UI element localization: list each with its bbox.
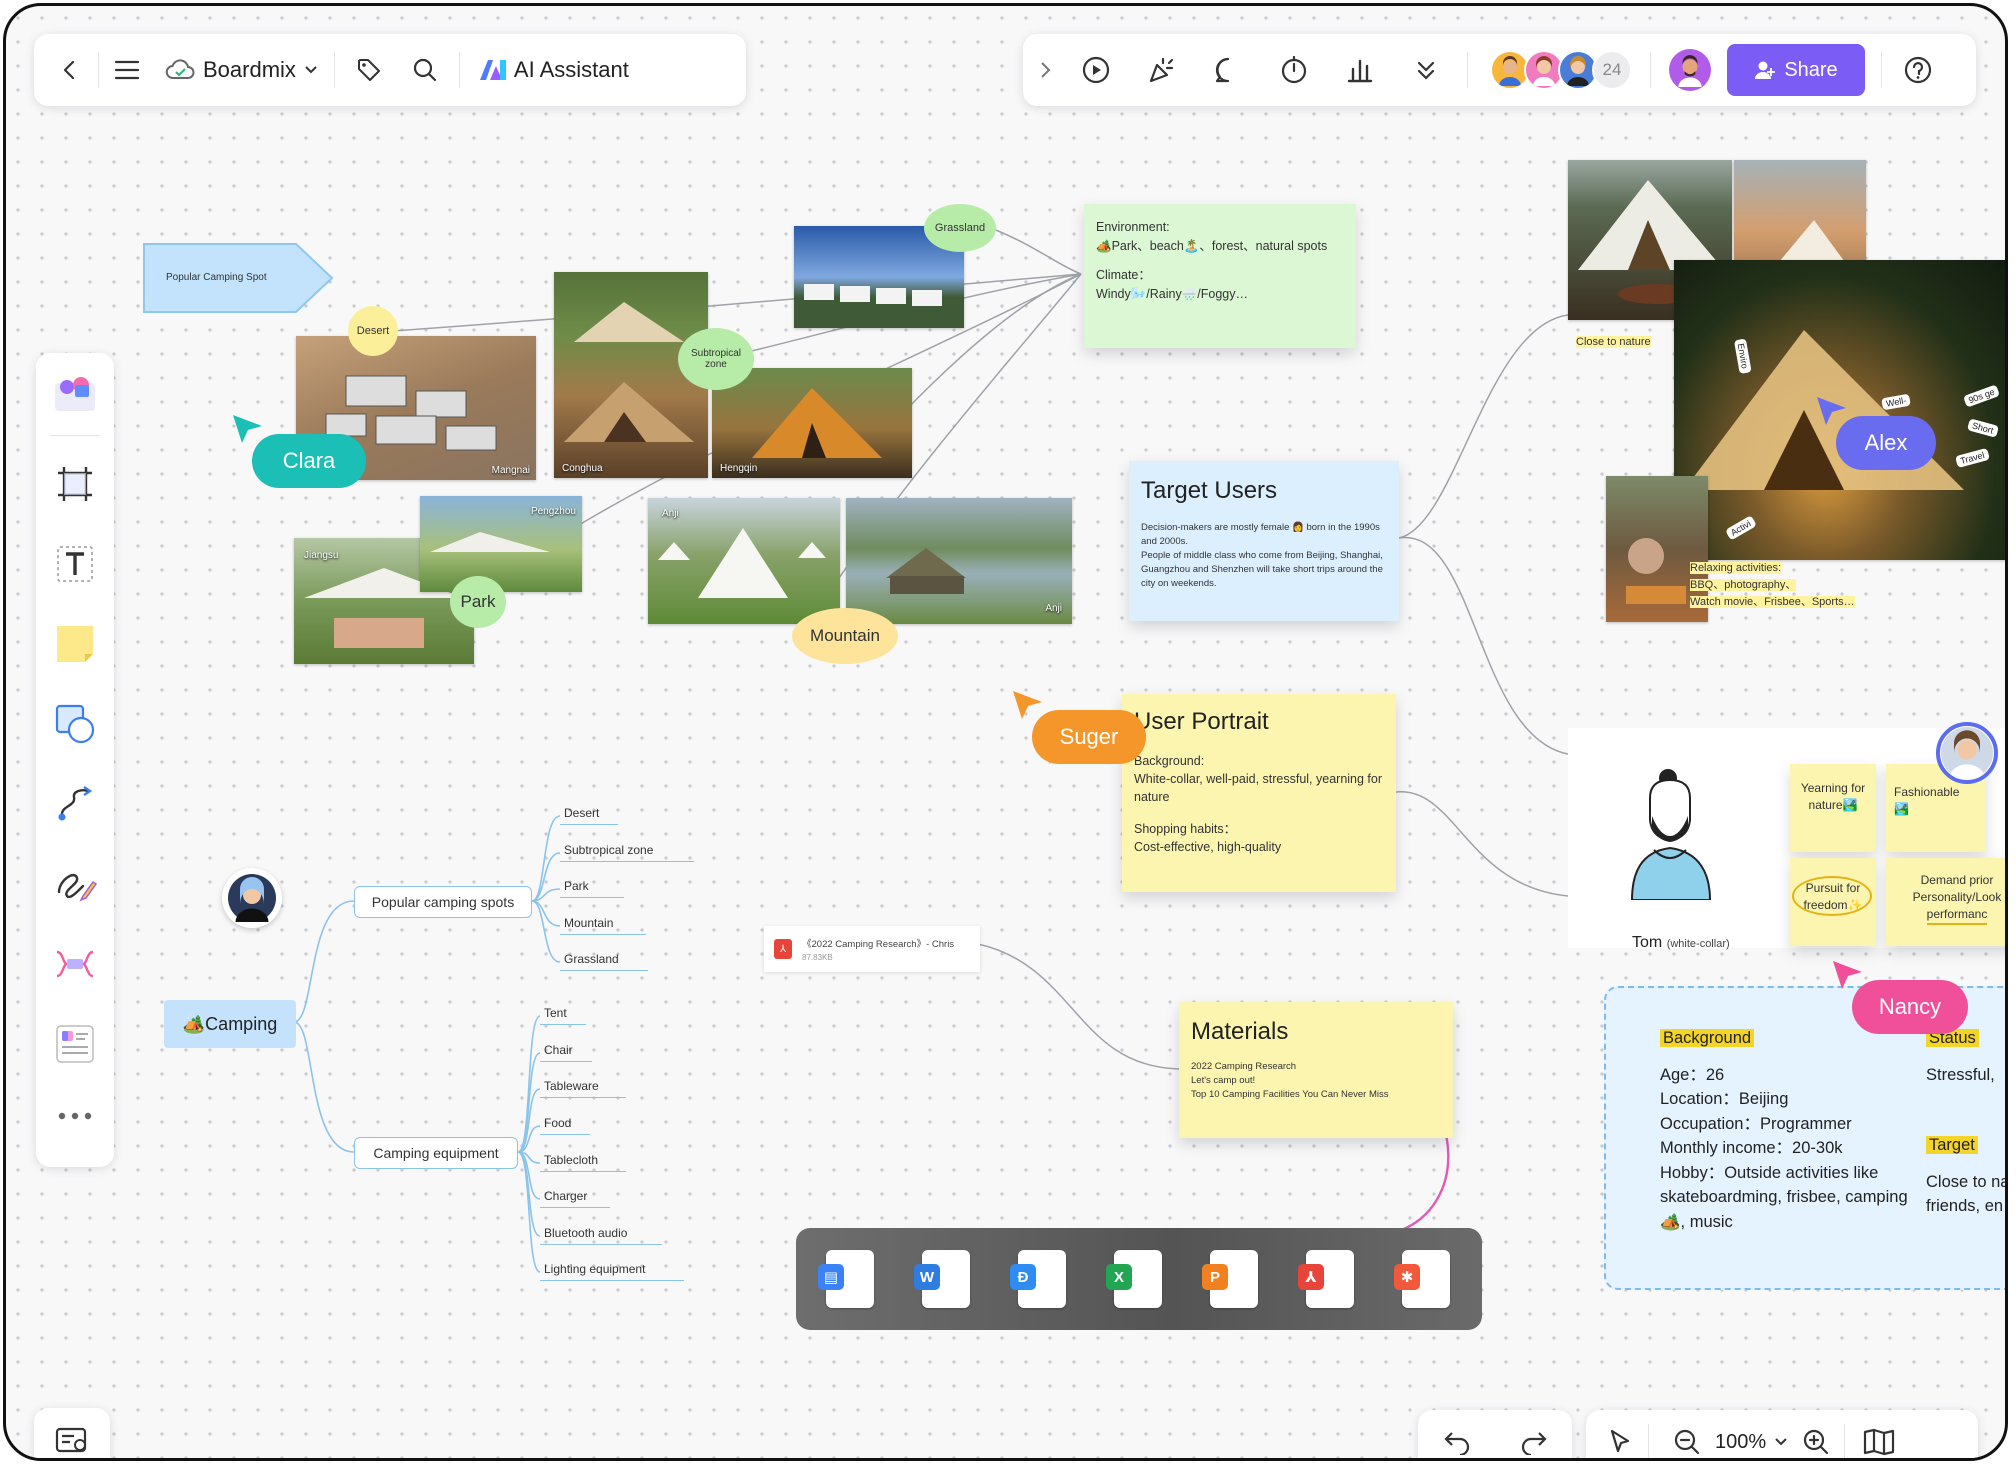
cursor-label-alex: Alex	[1836, 416, 1936, 470]
mindmap-leaf[interactable]: Desert	[560, 806, 618, 825]
cursor-label-suger: Suger	[1032, 710, 1146, 764]
mindmap-leaf[interactable]: Tablecloth	[540, 1153, 626, 1172]
whiteboard-canvas[interactable]: Boardmix AI Assistant 24 Share 100% Popu…	[3, 3, 2008, 1461]
mindmap-leaf[interactable]: Grassland	[560, 952, 648, 971]
mindmap-leaf[interactable]: Tent	[540, 1006, 586, 1025]
mindmap-branch-equipment[interactable]: Camping equipment	[354, 1137, 518, 1169]
mindmap-lines	[293, 815, 561, 1273]
mindmap-leaf[interactable]: Mountain	[560, 916, 646, 935]
collaborator-avatar	[222, 868, 282, 928]
mindmap-leaf[interactable]: Park	[560, 879, 624, 898]
mindmap-leaf[interactable]: Tableware	[540, 1079, 626, 1098]
mindmap-branch-spots[interactable]: Popular camping spots	[354, 886, 532, 918]
mindmap-leaf[interactable]: Lighting equipment	[540, 1262, 684, 1281]
mindmap-leaf[interactable]: Bluetooth audio	[540, 1226, 662, 1245]
mindmap-leaf[interactable]: Charger	[540, 1189, 610, 1208]
cursor-label-clara: Clara	[252, 434, 366, 488]
mindmap-leaf[interactable]: Food	[540, 1116, 590, 1135]
mindmap-root[interactable]: 🏕️Camping	[164, 1000, 296, 1048]
mindmap-leaf[interactable]: Subtropical zone	[560, 843, 694, 862]
cursor-label-nancy: Nancy	[1852, 980, 1968, 1034]
mindmap-leaf[interactable]: Chair	[540, 1043, 592, 1062]
